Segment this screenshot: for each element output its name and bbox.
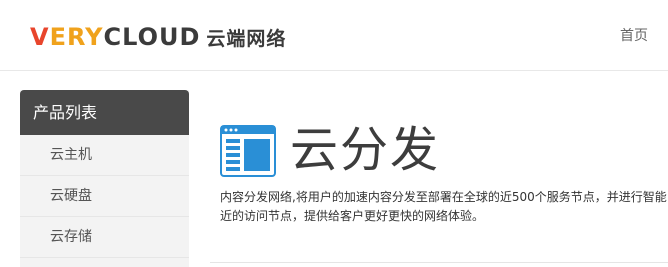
product-sidebar: 产品列表 云主机 云硬盘 云存储 (20, 90, 189, 267)
description-line-1: 内容分发网络,将用户的加速内容分发至部署在全球的近500个服务节点，并进行智能 (220, 190, 667, 204)
nav-home-link[interactable]: 首页 (620, 25, 648, 45)
logo-wordmark-ery: ERY (49, 23, 104, 51)
sidebar-title: 产品列表 (20, 90, 189, 135)
sidebar-item-cloud-storage[interactable]: 云存储 (20, 217, 189, 258)
product-description: 内容分发网络,将用户的加速内容分发至部署在全球的近500个服务节点，并进行智能 … (220, 188, 668, 226)
verycloud-logo[interactable]: V ERY CLOUD 云端网络 (30, 22, 286, 52)
logo-wordmark-cloud: CLOUD (103, 23, 201, 51)
content-divider (210, 262, 668, 263)
logo-wordmark: V ERY CLOUD (30, 22, 200, 52)
sidebar-item-cloud-disk[interactable]: 云硬盘 (20, 176, 189, 217)
logo-chinese-name: 云端网络 (206, 27, 287, 50)
sidebar-item-cloud-host[interactable]: 云主机 (20, 135, 189, 176)
page-title: 云分发 (290, 122, 441, 178)
web-window-icon (220, 125, 276, 177)
site-header: V ERY CLOUD 云端网络 首页 (0, 0, 668, 71)
logo-wordmark-v: V (30, 23, 50, 51)
description-line-2: 近的访问节点，提供给客户更好更快的网络体验。 (220, 209, 485, 223)
